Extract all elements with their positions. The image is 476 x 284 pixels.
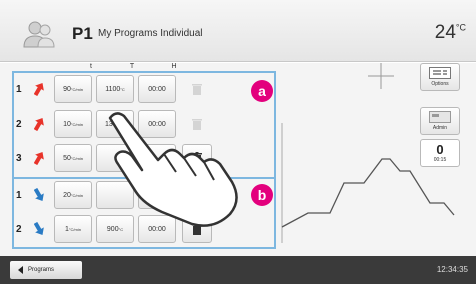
row-number: 1: [16, 190, 22, 201]
pointing-hand-icon: [108, 112, 238, 227]
options-icon: [429, 67, 451, 79]
timer-counter[interactable]: 0 00:15: [420, 139, 460, 167]
cooling-arrow-icon: [34, 222, 44, 236]
admin-icon: [429, 111, 451, 123]
footer-bar: Programs 12:34:35: [0, 256, 476, 284]
cooling-arrow-icon: [34, 188, 44, 202]
row-number: 2: [16, 119, 22, 130]
rate-cell[interactable]: 10 °C/min: [54, 110, 92, 138]
temperature-display: 24°C: [434, 22, 466, 43]
heating-arrow-icon: [34, 151, 44, 165]
heating-arrow-icon: [34, 117, 44, 131]
column-header-rate: t: [90, 63, 92, 70]
heating-arrow-icon: [34, 82, 44, 96]
temperature-cell[interactable]: 1100 °C: [96, 75, 134, 103]
row-number: 2: [16, 224, 22, 235]
grid-view-icon: [368, 63, 394, 89]
column-header-hold: H: [171, 63, 177, 70]
user-icon[interactable]: [22, 20, 56, 48]
programs-button[interactable]: Programs: [10, 261, 82, 279]
back-arrow-icon: [18, 266, 23, 274]
column-header-temp: T: [129, 63, 135, 70]
program-id: P1: [72, 24, 93, 43]
rate-cell[interactable]: 50 °C/min: [54, 144, 92, 172]
header-bar: P1 My Programs Individual 24°C: [0, 0, 476, 62]
options-button[interactable]: Options: [420, 63, 460, 91]
row-number: 3: [16, 153, 22, 164]
counter-value: 0: [436, 142, 444, 157]
trash-icon: [182, 75, 212, 103]
row-number: 1: [16, 84, 22, 95]
program-name[interactable]: My Programs Individual: [98, 28, 202, 39]
rate-cell[interactable]: 90 °C/min: [54, 75, 92, 103]
rate-cell[interactable]: 1 °C/min: [54, 215, 92, 243]
clock: 12:34:35: [436, 265, 468, 274]
view-toggle[interactable]: [366, 61, 396, 91]
rate-cell[interactable]: 20 °C/min: [54, 181, 92, 209]
admin-button[interactable]: Admin: [420, 107, 460, 135]
counter-time: 00:15: [433, 157, 447, 163]
hold-cell[interactable]: 00:00: [138, 75, 176, 103]
